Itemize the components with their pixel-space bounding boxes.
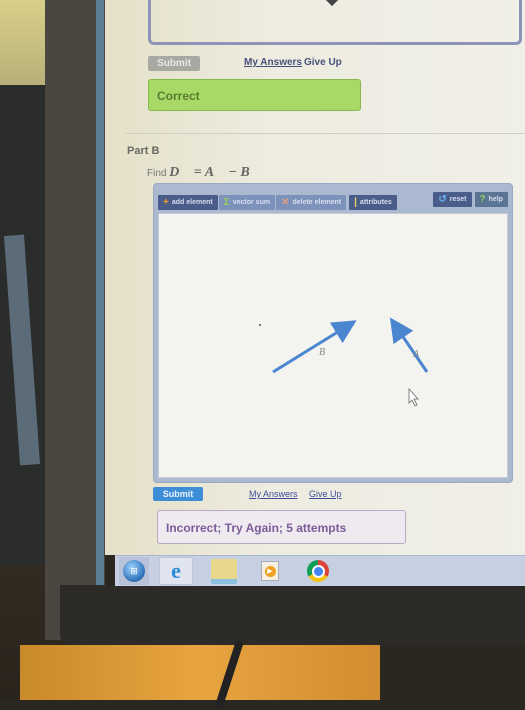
- reset-label: reset: [449, 196, 467, 203]
- desk-surface: [20, 645, 380, 700]
- part-b-prompt: Find D⃗ = A⃗ − B⃗: [147, 165, 261, 181]
- add-element-label: add element: [171, 199, 213, 206]
- canvas-origin-dot: [259, 324, 261, 326]
- part-b-submit-button[interactable]: Submit: [153, 487, 203, 501]
- windows-taskbar: ⊞ e ▶: [115, 555, 525, 586]
- drawing-canvas[interactable]: B⃗ A⃗: [158, 213, 508, 478]
- sigma-icon: Σ: [223, 197, 230, 208]
- vector-sum-label: vector sum: [232, 199, 271, 206]
- folder-icon: [211, 558, 237, 584]
- part-a-submit-button[interactable]: Submit: [148, 56, 200, 71]
- help-button[interactable]: ? help: [474, 192, 508, 207]
- browser-page: Submit My Answers Give Up Correct Part B…: [105, 0, 525, 569]
- delete-x-icon: ✕: [281, 197, 290, 208]
- vector-drawing-tool: + add element Σ vector sum ✕ delete elem…: [153, 183, 513, 483]
- part-a-give-up-link[interactable]: Give Up: [304, 57, 342, 68]
- part-b-give-up-link[interactable]: Give Up: [309, 489, 342, 499]
- reset-button[interactable]: ↺ reset: [433, 192, 472, 207]
- taskbar-google-chrome[interactable]: [305, 558, 331, 584]
- plus-icon: +: [163, 197, 169, 208]
- part-b-feedback-incorrect: Incorrect; Try Again; 5 attempts remaini…: [157, 510, 406, 569]
- internet-explorer-icon: e: [171, 558, 181, 583]
- taskbar-media-player[interactable]: ▶: [257, 558, 283, 584]
- chrome-icon: [307, 560, 329, 582]
- part-b-title: Part B: [127, 145, 160, 157]
- delete-element-label: delete element: [292, 199, 342, 206]
- media-player-icon: ▶: [261, 561, 279, 581]
- part-b-my-answers-link[interactable]: My Answers: [249, 489, 298, 499]
- previous-answer-box: [148, 0, 522, 45]
- delete-element-button[interactable]: ✕ delete element: [276, 195, 347, 210]
- monitor-bezel-bottom: [60, 585, 525, 645]
- mouse-cursor-icon: [408, 387, 419, 407]
- windows-logo-icon: ⊞: [123, 560, 145, 582]
- attributes-label: attributes: [359, 199, 392, 206]
- tool-toolbar-right: ↺ reset ? help: [433, 192, 508, 207]
- start-button[interactable]: ⊞: [119, 557, 149, 585]
- help-icon: ?: [479, 194, 486, 205]
- add-element-button[interactable]: + add element: [158, 195, 218, 210]
- part-a-feedback-correct: Correct: [148, 79, 361, 111]
- vector-sum-button[interactable]: Σ vector sum: [218, 195, 276, 210]
- part-a-my-answers-link[interactable]: My Answers: [244, 57, 302, 68]
- section-divider: [125, 133, 525, 134]
- vector-a-label: A⃗: [412, 349, 427, 360]
- vector-b-label: B⃗: [319, 347, 333, 358]
- prompt-equation: D⃗ = A⃗ − B⃗: [169, 165, 261, 180]
- monitor-bezel-edge: [96, 0, 104, 620]
- vector-b[interactable]: [272, 320, 357, 374]
- attributes-button[interactable]: | attributes: [349, 195, 397, 210]
- help-label: help: [488, 196, 503, 203]
- prompt-prefix: Find: [147, 168, 167, 179]
- taskbar-internet-explorer[interactable]: e: [159, 557, 193, 585]
- taskbar-file-explorer[interactable]: [211, 558, 237, 584]
- canvas-svg: B⃗ A⃗: [259, 317, 429, 407]
- tool-toolbar: + add element Σ vector sum ✕ delete elem…: [158, 195, 397, 211]
- attributes-icon: |: [354, 197, 357, 208]
- reset-icon: ↺: [438, 194, 447, 205]
